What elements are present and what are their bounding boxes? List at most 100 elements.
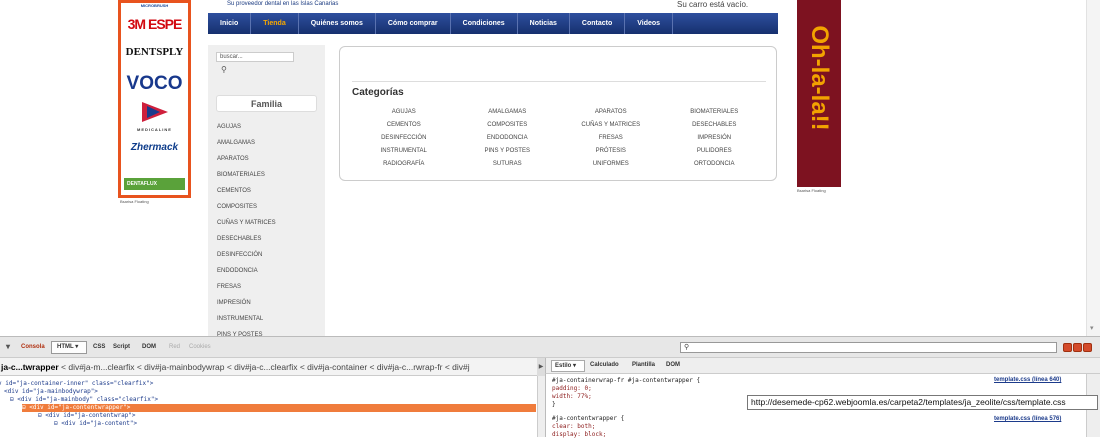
site-tagline: Su proveedor dental en las Islas Canaria… [227, 1, 339, 7]
side-panel-tabs: Estilo ▾ Calculado Plantilla DOM [545, 358, 1100, 374]
sidebar-item[interactable]: DESINFECCIÓN [217, 247, 276, 263]
breadcrumb-path[interactable]: < div#ja-m...clearfix < div#ja-mainbodyw… [61, 362, 470, 372]
nav-noticias[interactable]: Noticias [518, 13, 570, 34]
html-node-text: ⊟ <div id="ja-contentwrapper"> [22, 404, 131, 411]
css-property[interactable]: padding: 0; [552, 385, 592, 393]
divider [352, 81, 766, 82]
breadcrumb-current[interactable]: ja-c...twrapper [1, 362, 59, 372]
tab-estilo[interactable]: Estilo ▾ [551, 360, 585, 372]
tab-dom-side[interactable]: DOM [666, 362, 680, 368]
brand-medicaline-logo [121, 100, 188, 126]
nav-videos[interactable]: Videos [625, 13, 674, 34]
sidebar-item[interactable]: DESECHABLES [217, 231, 276, 247]
css-source-link[interactable]: template.css (línea 640) [994, 377, 1061, 383]
category-link[interactable]: FRESAS [559, 134, 663, 143]
category-link[interactable]: IMPRESIÓN [663, 134, 767, 143]
breadcrumb-scroll-right-icon[interactable]: ▶ [537, 358, 545, 376]
css-source-link[interactable]: template.css (línea 576) [994, 416, 1061, 422]
sidebar-item[interactable]: IMPRESIÓN [217, 295, 276, 311]
category-link[interactable]: PRÓTESIS [559, 147, 663, 156]
nav-quienes-somos[interactable]: Quiénes somos [299, 13, 376, 34]
firebug-menu-icon[interactable]: ▾ [6, 342, 10, 351]
category-link[interactable]: ORTODONCIA [663, 160, 767, 169]
sidebar-item[interactable]: COMPOSITES [217, 199, 276, 215]
category-link[interactable]: PULIDORES [663, 147, 767, 156]
scroll-down-icon[interactable]: ▾ [1090, 324, 1094, 332]
tab-cookies[interactable]: Cookies [189, 344, 211, 350]
sidebar-item[interactable]: AGUJAS [217, 119, 276, 135]
sidebar-item[interactable]: FRESAS [217, 279, 276, 295]
css-selector[interactable]: #ja-containerwrap-fr #ja-contentwrapper … [552, 377, 700, 385]
css-selector[interactable]: #ja-contentwrapper { [552, 415, 624, 423]
right-ad-banner[interactable]: Oh-la-la!! [797, 0, 841, 187]
css-property[interactable]: display: block; [552, 431, 606, 439]
breadcrumb: ja-c...twrapper < div#ja-m...clearfix < … [0, 358, 545, 376]
html-panel-scrollbar[interactable] [537, 376, 545, 437]
category-link[interactable]: AGUJAS [352, 108, 456, 117]
html-node[interactable]: v id="ja-container-inner" class="clearfi… [0, 380, 153, 388]
nav-como-comprar[interactable]: Cómo comprar [376, 13, 451, 34]
brand-dentaflux: DENTAFLUX [127, 181, 157, 187]
category-link[interactable]: PINS Y POSTES [456, 147, 560, 156]
family-heading: Familia [216, 95, 317, 112]
tab-css[interactable]: CSS [93, 344, 105, 350]
tab-script[interactable]: Script [113, 344, 130, 350]
minimize-icon[interactable] [1063, 343, 1072, 352]
category-link[interactable]: BIOMATERIALES [663, 108, 767, 117]
sidebar-item[interactable]: CUÑAS Y MATRICES [217, 215, 276, 231]
html-node[interactable]: ⊟ <div id="ja-contentwrap"> [38, 412, 136, 420]
search-icon[interactable]: ⚲ [221, 65, 227, 74]
nav-inicio[interactable]: Inicio [208, 13, 252, 34]
category-link[interactable]: DESECHABLES [663, 121, 767, 130]
category-link[interactable]: CUÑAS Y MATRICES [559, 121, 663, 130]
category-link[interactable]: COMPOSITES [456, 121, 560, 130]
category-link[interactable]: INSTRUMENTAL [352, 147, 456, 156]
nav-condiciones[interactable]: Condiciones [451, 13, 518, 34]
category-link[interactable]: CEMENTOS [352, 121, 456, 130]
html-node[interactable]: ⊟ <div id="ja-content"> [54, 420, 137, 428]
detach-icon[interactable] [1073, 343, 1082, 352]
page-scrollbar[interactable]: ▾ [1086, 0, 1100, 336]
category-link[interactable]: ENDODONCIA [456, 134, 560, 143]
close-icon[interactable] [1083, 343, 1092, 352]
left-ad-banner[interactable]: MICROBRUSH 3M ESPE DENTSPLY VOCO MEDICAL… [118, 0, 191, 198]
category-link[interactable]: APARATOS [559, 108, 663, 117]
css-property[interactable]: width: 77%; [552, 393, 592, 401]
brand-3m-espe: 3M ESPE [127, 16, 183, 32]
category-link[interactable]: SUTURAS [456, 160, 560, 169]
category-link[interactable]: RADIOGRAFÍA [352, 160, 456, 169]
category-link[interactable]: UNIFORMES [559, 160, 663, 169]
sidebar-item[interactable]: INSTRUMENTAL [217, 311, 276, 327]
tab-html[interactable]: HTML ▾ [51, 341, 87, 354]
categories-grid: AGUJAS AMALGAMAS APARATOS BIOMATERIALES … [352, 108, 766, 168]
sidebar-item[interactable]: CEMENTOS [217, 183, 276, 199]
tab-dom[interactable]: DOM [142, 344, 156, 350]
cart-status[interactable]: Su carro está vacío. [677, 0, 748, 9]
right-banner-text: Oh-la-la!! [806, 25, 833, 131]
search-input[interactable]: buscar... [216, 52, 294, 62]
sidebar-item[interactable]: BIOMATERIALES [217, 167, 276, 183]
nav-contacto[interactable]: Contacto [570, 13, 626, 34]
sidebar: buscar... ⚲ Familia AGUJAS AMALGAMAS APA… [208, 45, 325, 336]
web-page: MICROBRUSH 3M ESPE DENTSPLY VOCO MEDICAL… [0, 0, 1100, 336]
category-link[interactable]: AMALGAMAS [456, 108, 560, 117]
firebug-toolbar: ▾ Consola HTML ▾ CSS Script DOM Red Cook… [0, 336, 1100, 358]
html-node[interactable]: ⊟ <div id="ja-mainbody" class="clearfix"… [10, 396, 158, 404]
tab-console[interactable]: Consola [21, 344, 45, 350]
tab-red[interactable]: Red [169, 344, 180, 350]
tab-plantilla[interactable]: Plantilla [632, 362, 655, 368]
html-node[interactable]: <div id="ja-mainbodywrap"> [4, 388, 98, 396]
category-link[interactable]: DESINFECCIÓN [352, 134, 456, 143]
sidebar-item[interactable]: ENDODONCIA [217, 263, 276, 279]
sidebar-item[interactable]: PINS Y POSTES [217, 327, 276, 336]
categories-panel: Categorías AGUJAS AMALGAMAS APARATOS BIO… [339, 46, 777, 181]
tab-calculado[interactable]: Calculado [590, 362, 619, 368]
search-icon: ⚲ [684, 344, 690, 351]
html-node-selected[interactable]: ⊟ <div id="ja-contentwrapper"> [22, 404, 536, 412]
sidebar-item[interactable]: AMALGAMAS [217, 135, 276, 151]
css-property[interactable]: clear: both; [552, 423, 595, 431]
sidebar-item[interactable]: APARATOS [217, 151, 276, 167]
firebug-search-input[interactable]: ⚲ [680, 342, 1057, 353]
nav-tienda[interactable]: Tienda [251, 13, 299, 34]
family-list: AGUJAS AMALGAMAS APARATOS BIOMATERIALES … [217, 119, 276, 336]
